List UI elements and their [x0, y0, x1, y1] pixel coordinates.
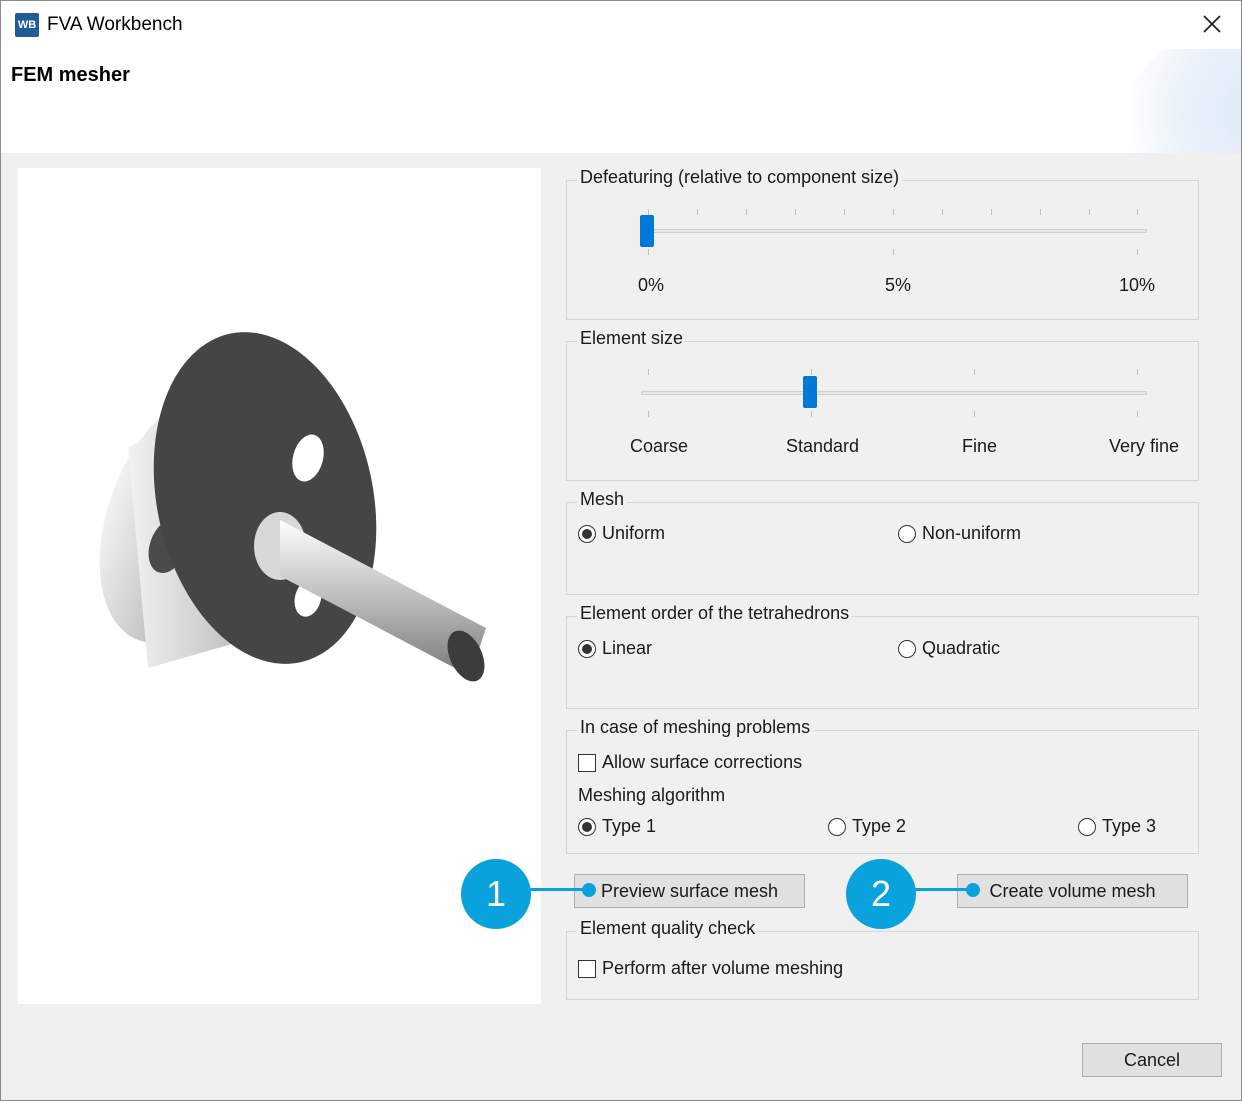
dialog-window: WB FVA Workbench FEM mesher Defeaturing …: [0, 0, 1242, 1101]
slider-tick: [811, 369, 812, 375]
element-order-legend: Element order of the tetrahedrons: [577, 603, 853, 624]
radio-indicator: [898, 524, 916, 543]
slider-tick: [795, 209, 796, 215]
slider-tick: [746, 209, 747, 215]
callout-2-badge: 2: [846, 859, 916, 929]
slider-tick: [991, 209, 992, 215]
slider-tick: [697, 209, 698, 215]
radio-indicator: [898, 639, 916, 658]
element-size-label-very-fine: Very fine: [1109, 436, 1180, 456]
mesh-uniform-radio[interactable]: Uniform: [578, 523, 665, 544]
slider-tick: [648, 411, 649, 417]
mesh-non-uniform-label: Non-uniform: [922, 523, 1022, 543]
slider-tick: [648, 369, 649, 375]
mesh-group: Mesh: [566, 489, 1199, 595]
checkbox-indicator: [578, 959, 596, 978]
slider-tick: [811, 411, 812, 417]
quality-check-legend: Element quality check: [577, 918, 759, 939]
defeaturing-label-0: 0%: [638, 275, 665, 295]
algorithm-type1-radio[interactable]: Type 1: [578, 816, 656, 837]
algorithm-type3-label: Type 3: [1102, 816, 1157, 836]
slider-tick: [893, 209, 894, 215]
mesh-non-uniform-radio[interactable]: Non-uniform: [898, 523, 1021, 544]
element-size-slider-track: [641, 391, 1147, 395]
slider-tick: [1089, 209, 1090, 215]
slider-tick: [844, 209, 845, 215]
order-linear-label: Linear: [602, 638, 653, 658]
slider-tick: [1137, 249, 1138, 255]
element-size-label-standard: Standard: [786, 436, 860, 456]
slider-tick: [1137, 209, 1138, 215]
radio-selected-indicator: [578, 639, 596, 658]
allow-surface-corrections-checkbox[interactable]: Allow surface corrections: [578, 752, 802, 773]
algorithm-type3-radio[interactable]: Type 3: [1078, 816, 1156, 837]
checkbox-indicator: [578, 753, 596, 772]
order-linear-radio[interactable]: Linear: [578, 638, 652, 659]
defeaturing-legend: Defeaturing (relative to component size): [577, 167, 903, 188]
dialog-header: FEM mesher: [1, 49, 1241, 153]
meshing-problems-legend: In case of meshing problems: [577, 717, 814, 738]
component-model-image: [99, 332, 486, 682]
algorithm-type2-radio[interactable]: Type 2: [828, 816, 906, 837]
element-order-group: Element order of the tetrahedrons: [566, 603, 1199, 709]
element-size-slider[interactable]: [633, 363, 1153, 423]
slider-tick: [648, 249, 649, 255]
defeaturing-slider-track: [641, 229, 1147, 233]
window-title: FVA Workbench: [47, 14, 183, 35]
slider-tick: [974, 369, 975, 375]
create-volume-mesh-button[interactable]: Create volume mesh: [957, 874, 1188, 908]
radio-selected-indicator: [578, 817, 596, 836]
algorithm-type2-label: Type 2: [852, 816, 907, 836]
element-size-legend: Element size: [577, 328, 687, 349]
allow-surface-corrections-label: Allow surface corrections: [602, 752, 803, 772]
defeaturing-label-10: 10%: [1119, 275, 1156, 295]
defeaturing-label-5: 5%: [885, 275, 912, 295]
page-title: FEM mesher: [11, 64, 130, 86]
header-decoration: [1121, 49, 1241, 153]
radio-selected-indicator: [578, 524, 596, 543]
app-icon: WB: [15, 13, 39, 37]
cancel-button[interactable]: Cancel: [1082, 1043, 1222, 1077]
model-preview[interactable]: [18, 168, 541, 1004]
slider-tick: [893, 249, 894, 255]
element-size-slider-thumb[interactable]: [803, 376, 817, 408]
slider-tick: [1137, 411, 1138, 417]
mesh-legend: Mesh: [577, 489, 628, 510]
order-quadratic-radio[interactable]: Quadratic: [898, 638, 1000, 659]
slider-tick: [1137, 369, 1138, 375]
title-bar: WB FVA Workbench: [1, 1, 1241, 49]
slider-tick: [942, 209, 943, 215]
defeaturing-slider[interactable]: [633, 201, 1153, 261]
element-size-label-coarse: Coarse: [630, 436, 689, 456]
perform-after-volume-meshing-label: Perform after volume meshing: [602, 958, 844, 978]
defeaturing-slider-thumb[interactable]: [640, 215, 654, 247]
slider-tick: [974, 411, 975, 417]
radio-indicator: [828, 817, 846, 836]
slider-tick: [1040, 209, 1041, 215]
preview-surface-mesh-button[interactable]: Preview surface mesh: [574, 874, 805, 908]
perform-after-volume-meshing-checkbox[interactable]: Perform after volume meshing: [578, 958, 843, 979]
close-button[interactable]: [1197, 9, 1227, 39]
order-quadratic-label: Quadratic: [922, 638, 1001, 658]
callout-1-endpoint: [582, 883, 596, 897]
radio-indicator: [1078, 817, 1096, 836]
mesh-uniform-label: Uniform: [602, 523, 666, 543]
meshing-algorithm-label: Meshing algorithm: [578, 785, 726, 805]
callout-1-badge: 1: [461, 859, 531, 929]
algorithm-type1-label: Type 1: [602, 816, 657, 836]
element-size-label-fine: Fine: [962, 436, 998, 456]
close-icon: [1203, 15, 1221, 33]
callout-2-endpoint: [966, 883, 980, 897]
